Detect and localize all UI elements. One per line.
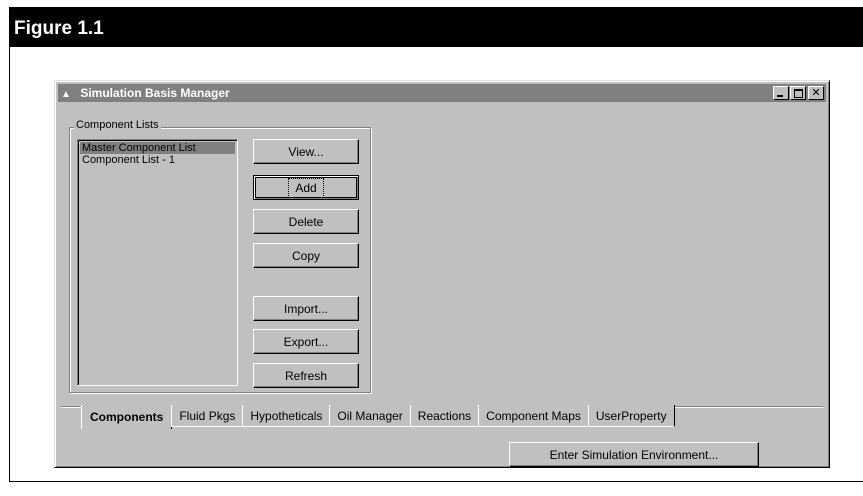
tab-userproperty[interactable]: UserProperty <box>587 405 675 427</box>
copy-button[interactable]: Copy <box>253 243 359 268</box>
app-icon[interactable]: ▲ <box>61 86 73 104</box>
enter-simulation-environment-button[interactable]: Enter Simulation Environment... <box>509 442 759 467</box>
add-button[interactable]: Add <box>253 175 359 200</box>
window-title: Simulation Basis Manager <box>80 86 230 100</box>
minimize-button[interactable] <box>773 86 789 100</box>
list-item[interactable]: Component List - 1 <box>80 154 235 166</box>
component-lists-label: Component Lists <box>74 119 161 131</box>
tab-fluid-pkgs[interactable]: Fluid Pkgs <box>171 405 244 427</box>
delete-button-label: Delete <box>288 214 324 229</box>
tab-components[interactable]: Components <box>81 405 173 429</box>
refresh-button[interactable]: Refresh <box>253 363 359 388</box>
export-button[interactable]: Export... <box>253 329 359 354</box>
refresh-button-label: Refresh <box>284 368 328 383</box>
export-button-label: Export... <box>283 334 329 349</box>
tab-oil-manager[interactable]: Oil Manager <box>329 405 411 427</box>
close-button[interactable]: ✕ <box>808 86 824 100</box>
copy-button-label: Copy <box>291 248 320 263</box>
simulation-basis-manager-window: ▲ Simulation Basis Manager ✕ Component L… <box>54 80 830 468</box>
window-controls: ✕ <box>772 86 824 100</box>
add-button-label: Add <box>288 177 324 198</box>
delete-button[interactable]: Delete <box>253 209 359 234</box>
tab-hypotheticals[interactable]: Hypotheticals <box>242 405 331 427</box>
tab-strip: Components Fluid Pkgs Hypotheticals Oil … <box>81 405 675 429</box>
list-item[interactable]: Master Component List <box>80 142 235 154</box>
view-button[interactable]: View... <box>253 139 359 164</box>
maximize-button[interactable] <box>790 86 806 100</box>
tab-component-maps[interactable]: Component Maps <box>478 405 589 427</box>
import-button-label: Import... <box>283 301 328 316</box>
title-bar[interactable]: ▲ Simulation Basis Manager ✕ <box>58 84 826 102</box>
view-button-label: View... <box>288 144 324 159</box>
import-button[interactable]: Import... <box>253 296 359 321</box>
tab-reactions[interactable]: Reactions <box>409 405 480 427</box>
figure-title: Figure 1.1 <box>9 7 863 47</box>
component-list-box[interactable]: Master Component List Component List - 1 <box>77 139 238 386</box>
